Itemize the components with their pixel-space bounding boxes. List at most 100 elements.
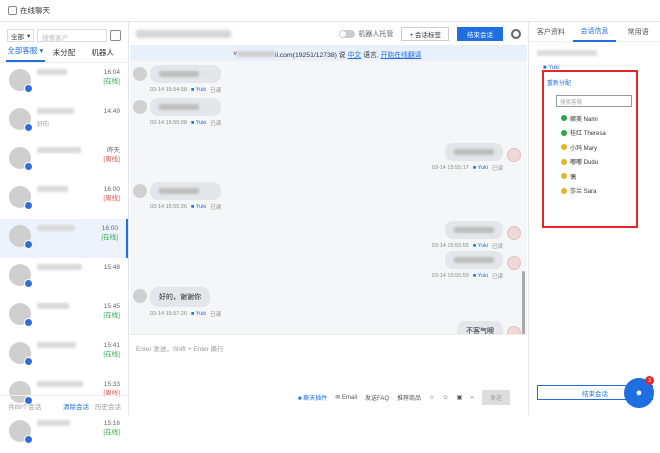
app-title-text: 在线聊天 (20, 6, 50, 15)
agent-option[interactable]: 娜美 Nami (544, 111, 636, 126)
agent-option[interactable]: 桂红 Theresa (544, 126, 636, 141)
agent-option[interactable]: 嘟嘟 Dudu (544, 155, 636, 170)
customer-name (37, 225, 75, 231)
message-bubble (150, 65, 222, 83)
tab-conversation-info[interactable]: 会话信息 (572, 22, 617, 42)
agent-option[interactable]: 偶 (544, 169, 636, 184)
notice-language-link[interactable]: 中文 (348, 49, 362, 59)
agent-option-name: 桂红 Theresa (570, 131, 606, 138)
star-icon[interactable]: ☆ (429, 394, 434, 401)
agent-tag: ■ Yuki (472, 243, 488, 249)
read-status: 已读 (210, 121, 222, 127)
tab-quick-replies[interactable]: 常用语 (616, 27, 660, 37)
agent-option[interactable]: 小玛 Mary (544, 140, 636, 155)
attachment-icon[interactable]: ⌁ (470, 394, 474, 401)
message: 03-14 15:55:17 ■ Yuki 已读 (432, 143, 503, 172)
message-time: 03-14 15:55:17 (431, 165, 469, 171)
composer: Enter 发送，Shift + Enter 换行 ■ 聊天插件 ✉ Email… (130, 334, 527, 415)
send-faq-button[interactable]: 发送FAQ (365, 393, 389, 402)
customer-name (37, 108, 74, 114)
status-dot (561, 173, 567, 180)
agent-tag: ■ Yuki (472, 273, 488, 279)
agent-option[interactable]: 莎兰 Sara (544, 184, 636, 199)
chat-icon (8, 6, 17, 15)
agent-tag: ■ Yuki (191, 311, 207, 317)
conversation-panel: 全部 ▾ 搜索客户 全部客服 ▾ 未分配 机器人 16:04 [在线] 好的 14:4… (0, 22, 129, 444)
status-dot (561, 115, 567, 122)
message: 03-14 15:54:58 ■ Yuki 已读 (150, 65, 222, 94)
agent-search-input[interactable]: 搜索客服 (556, 95, 632, 107)
conversation-time: 15:45 (103, 303, 120, 310)
read-status: 已读 (491, 244, 503, 250)
customer-name (37, 186, 68, 192)
agent-name: Yuki (195, 120, 207, 126)
message-input[interactable]: Enter 发送，Shift + Enter 换行 (130, 335, 527, 361)
status-badge: [在线] (103, 429, 120, 436)
agent-option-name: 小玛 Mary (570, 145, 598, 152)
scope-select-value: 全部 (11, 33, 24, 41)
tab-label: 全部客服 (7, 46, 38, 55)
message-time: 03-14 15:55:59 (431, 273, 469, 279)
filter-icon[interactable] (110, 30, 121, 41)
message-bubble (150, 182, 222, 200)
composer-toolbar: ■ 聊天插件 ✉ Email 发送FAQ 推荐商品 ☆ ☺ ▣ ⌁ 发送 (298, 390, 510, 405)
message: 好的，谢谢你 03-14 15:57:26 ■ Yuki 已读 (150, 287, 221, 318)
channel-badge-icon (24, 240, 33, 249)
avatar (9, 147, 33, 171)
agent-avatar (507, 256, 521, 270)
agent-tag: ■ Yuki (191, 204, 207, 210)
agent-avatar (507, 226, 521, 240)
channel-badge-icon (24, 123, 33, 132)
start-translation-link[interactable]: 开始在线翻译 (381, 49, 422, 59)
conversation-item[interactable]: 16:04 [在线] (0, 63, 128, 102)
message-bubble (445, 251, 503, 269)
message: 03-14 15:55:26 ■ Yuki 已读 (150, 182, 222, 211)
avatar (9, 69, 33, 93)
recommend-product-button[interactable]: 推荐商品 (397, 393, 421, 402)
agent-option-name: 莎兰 Sara (570, 189, 597, 196)
conversation-item[interactable]: 16:00 [离线] (0, 180, 128, 219)
tab-customer-profile[interactable]: 客户资料 (529, 27, 573, 37)
chat-plugin-button[interactable]: ■ 聊天插件 (298, 393, 327, 402)
chevron-down-icon: ▾ (27, 32, 31, 40)
tab-robot[interactable]: 机器人 (83, 47, 122, 62)
clear-conversations-link[interactable]: 清除会话 (63, 401, 89, 411)
emoji-icon[interactable]: ☺ (442, 395, 448, 401)
customer-name (136, 29, 231, 38)
agent-name: Yuki (195, 87, 207, 93)
channel-badge-icon (24, 279, 33, 288)
status-dot (561, 129, 567, 136)
conversation-tag-button[interactable]: + 会话标签 (401, 26, 449, 41)
end-conversation-button[interactable]: 结束会话 (457, 26, 503, 41)
image-icon[interactable]: ▣ (457, 394, 463, 401)
tab-all-agents[interactable]: 全部客服 ▾ (6, 45, 45, 62)
conversation-time: 14:49 (103, 108, 120, 115)
conversation-item[interactable]: 16:00 [在线] (0, 219, 128, 258)
status-badge: [在线] (103, 351, 120, 358)
translation-notice: v il.com(19251/12738) 说 中文 语言, 开始在线翻译 (130, 46, 527, 61)
conversation-item[interactable]: 15:45 [在线] (0, 297, 128, 336)
conversation-item[interactable]: 15:16 [在线] (0, 414, 128, 453)
status-badge: [在线] (103, 78, 120, 85)
scope-select[interactable]: 全部 ▾ (7, 29, 35, 42)
tab-unassigned[interactable]: 未分配 (45, 47, 84, 62)
robot-toggle-switch[interactable] (339, 29, 356, 38)
customer-name (37, 303, 69, 309)
gear-icon[interactable] (511, 28, 521, 39)
history-conversations-link[interactable]: 历史会话 (95, 401, 121, 411)
conversation-item[interactable]: 好的 14:49 (0, 102, 128, 141)
send-button[interactable]: 发送 (481, 390, 510, 405)
redistribute-link[interactable]: 重新分配 (544, 72, 636, 87)
search-input[interactable]: 搜索客户 (37, 29, 107, 42)
conversation-item[interactable]: 15:41 [在线] (0, 336, 128, 375)
conversation-count: 共89个会话 (8, 403, 42, 411)
message: 03-14 15:55:59 ■ Yuki 已读 (432, 251, 503, 280)
robot-toggle[interactable]: 机器人托管 (339, 29, 393, 39)
conversation-item[interactable]: 昨天 [离线] (0, 141, 128, 180)
avatar (9, 108, 33, 132)
conversation-item[interactable]: 15:48 (0, 258, 128, 297)
read-status: 已读 (491, 166, 503, 172)
email-button[interactable]: ✉ Email (335, 394, 357, 401)
customer-avatar (133, 289, 147, 303)
support-chat-fab[interactable]: ● 3 (624, 376, 654, 408)
